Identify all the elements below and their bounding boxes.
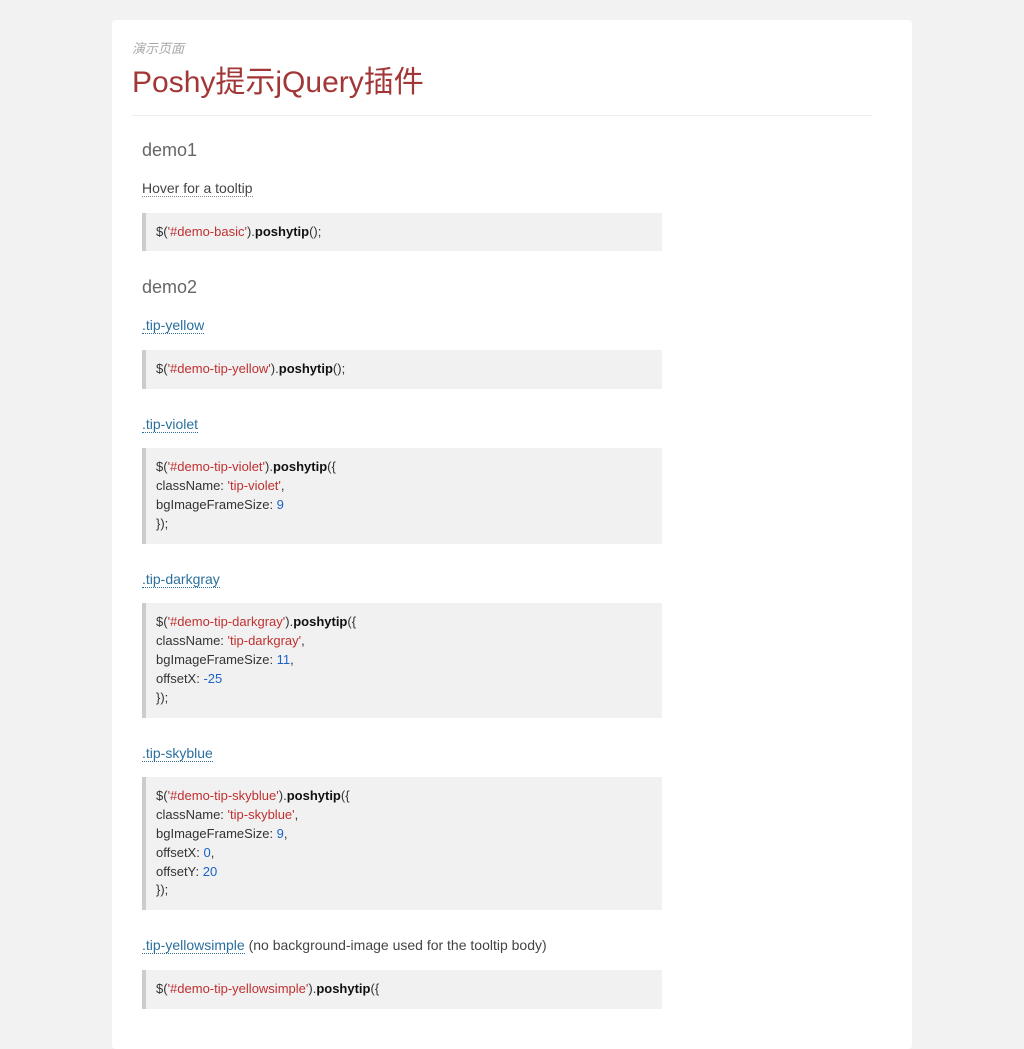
code-selector: '#demo-tip-yellowsimple'	[168, 981, 309, 996]
code-fn: poshytip	[255, 224, 309, 239]
code-framesize: 11	[277, 652, 291, 667]
code-classname: 'tip-skyblue'	[228, 807, 295, 822]
code-fn: poshytip	[316, 981, 370, 996]
trigger-tip-yellowsimple[interactable]: .tip-yellowsimple	[142, 937, 245, 954]
code-tip-skyblue: $('#demo-tip-skyblue').poshytip({ classN…	[142, 777, 662, 910]
code-framesize: 9	[277, 826, 284, 841]
code-fn: poshytip	[287, 788, 341, 803]
code-classname: 'tip-darkgray'	[228, 633, 302, 648]
demo1-trigger[interactable]: Hover for a tooltip	[142, 180, 253, 197]
code-fn: poshytip	[279, 361, 333, 376]
code-tip-yellowsimple: $('#demo-tip-yellowsimple').poshytip({	[142, 970, 662, 1009]
trigger-tip-yellow[interactable]: .tip-yellow	[142, 317, 204, 334]
trigger-tip-violet[interactable]: .tip-violet	[142, 416, 198, 433]
code-selector: '#demo-tip-skyblue'	[168, 788, 279, 803]
page-title: Poshy提示jQuery插件	[132, 57, 872, 101]
code-selector: '#demo-basic'	[168, 224, 247, 239]
page-card: 演示页面 Poshy提示jQuery插件 demo1 Hover for a t…	[112, 20, 912, 1049]
code-offsetx: 0	[203, 845, 210, 860]
code-offsety: 20	[203, 864, 217, 879]
trigger-tip-yellowsimple-note: (no background-image used for the toolti…	[245, 937, 547, 953]
code-tip-violet: $('#demo-tip-violet').poshytip({ classNa…	[142, 448, 662, 543]
demo1-section: demo1 Hover for a tooltip $('#demo-basic…	[142, 140, 872, 1009]
code-offsetx: -25	[203, 671, 222, 686]
trigger-tip-darkgray[interactable]: .tip-darkgray	[142, 571, 220, 588]
code-selector: '#demo-tip-darkgray'	[168, 614, 286, 629]
header-divider	[132, 115, 872, 116]
code-classname: 'tip-violet'	[228, 478, 281, 493]
demo1-code: $('#demo-basic').poshytip();	[142, 213, 662, 252]
code-fn: poshytip	[293, 614, 347, 629]
trigger-tip-skyblue[interactable]: .tip-skyblue	[142, 745, 213, 762]
code-tip-yellow: $('#demo-tip-yellow').poshytip();	[142, 350, 662, 389]
code-fn: poshytip	[273, 459, 327, 474]
page-subtitle: 演示页面	[132, 38, 872, 57]
code-selector: '#demo-tip-violet'	[168, 459, 265, 474]
code-tip-darkgray: $('#demo-tip-darkgray').poshytip({ class…	[142, 603, 662, 717]
code-framesize: 9	[277, 497, 284, 512]
demo2-heading: demo2	[142, 277, 872, 298]
code-selector: '#demo-tip-yellow'	[168, 361, 271, 376]
demo1-heading: demo1	[142, 140, 872, 161]
